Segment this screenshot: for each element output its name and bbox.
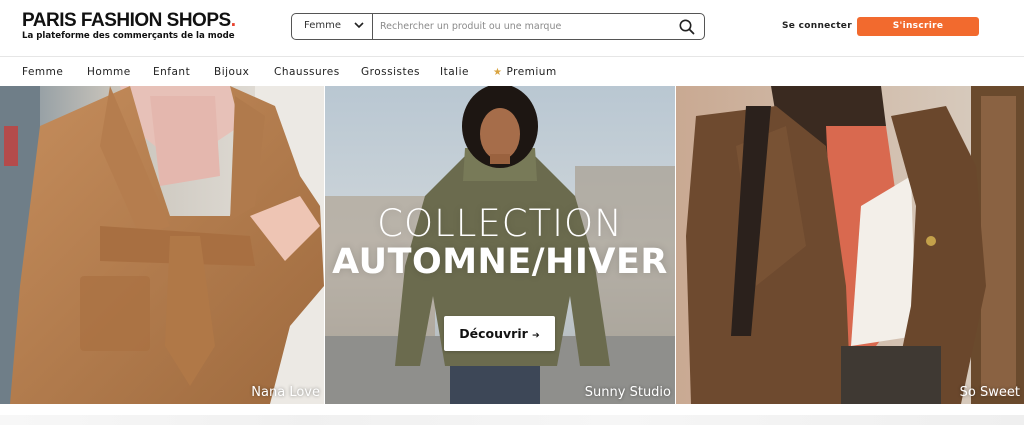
search-category-select[interactable]: Femme	[292, 14, 373, 39]
below-fold-content	[0, 415, 1024, 425]
search-icon[interactable]	[678, 18, 696, 36]
login-link[interactable]: Se connecter	[782, 21, 852, 31]
logo-tagline: La plateforme des commerçants de la mode	[22, 31, 235, 41]
content-below-fold	[0, 404, 1024, 426]
logo-name: PARIS FASHION SHOPS.	[22, 10, 236, 31]
hero-image-fur-jacket	[676, 86, 1024, 404]
site-logo[interactable]: PARIS FASHION SHOPS. La plateforme des c…	[22, 10, 236, 42]
nav-item-enfant[interactable]: Enfant	[153, 66, 190, 78]
nav-item-premium-label: Premium	[506, 66, 557, 78]
hero-banner: Nana Love Sunny Studio So Sweet COLLECTI…	[0, 86, 1024, 404]
star-icon: ★	[493, 67, 503, 78]
signup-button[interactable]: S'inscrire gratuitement	[857, 17, 979, 50]
discover-button[interactable]: Découvrir ➔	[444, 316, 555, 351]
hero-title: COLLECTION	[377, 202, 623, 245]
hero-subtitle: AUTOMNE/HIVER	[332, 242, 668, 282]
site-header: PARIS FASHION SHOPS. La plateforme des c…	[0, 0, 1024, 57]
nav-item-chaussures[interactable]: Chaussures	[274, 66, 340, 78]
nav-item-italie[interactable]: Italie	[440, 66, 469, 78]
search-category-value: Femme	[304, 20, 341, 31]
nav-item-femme[interactable]: Femme	[22, 66, 63, 78]
hero-caption-so-sweet: So Sweet	[959, 385, 1020, 400]
hero-panel-nana-love[interactable]: Nana Love	[0, 86, 324, 404]
nav-item-homme[interactable]: Homme	[87, 66, 131, 78]
hero-panel-so-sweet[interactable]: So Sweet	[676, 86, 1024, 404]
arrow-right-icon: ➔	[532, 331, 540, 341]
hero-caption-sunny-studio: Sunny Studio	[584, 385, 671, 400]
main-nav: Femme Homme Enfant Bijoux Chaussures Gro…	[0, 57, 1024, 86]
nav-item-grossistes[interactable]: Grossistes	[361, 66, 420, 78]
logo-dot: .	[230, 10, 236, 31]
hero-caption-nana-love: Nana Love	[251, 385, 320, 400]
nav-item-premium[interactable]: ★ Premium	[493, 66, 557, 78]
nav-item-bijoux[interactable]: Bijoux	[214, 66, 249, 78]
hero-image-camel-coat	[0, 86, 324, 404]
discover-button-label: Découvrir	[459, 326, 528, 341]
search-bar: Femme	[291, 13, 705, 40]
search-input[interactable]	[380, 15, 670, 38]
chevron-down-icon	[354, 22, 364, 29]
